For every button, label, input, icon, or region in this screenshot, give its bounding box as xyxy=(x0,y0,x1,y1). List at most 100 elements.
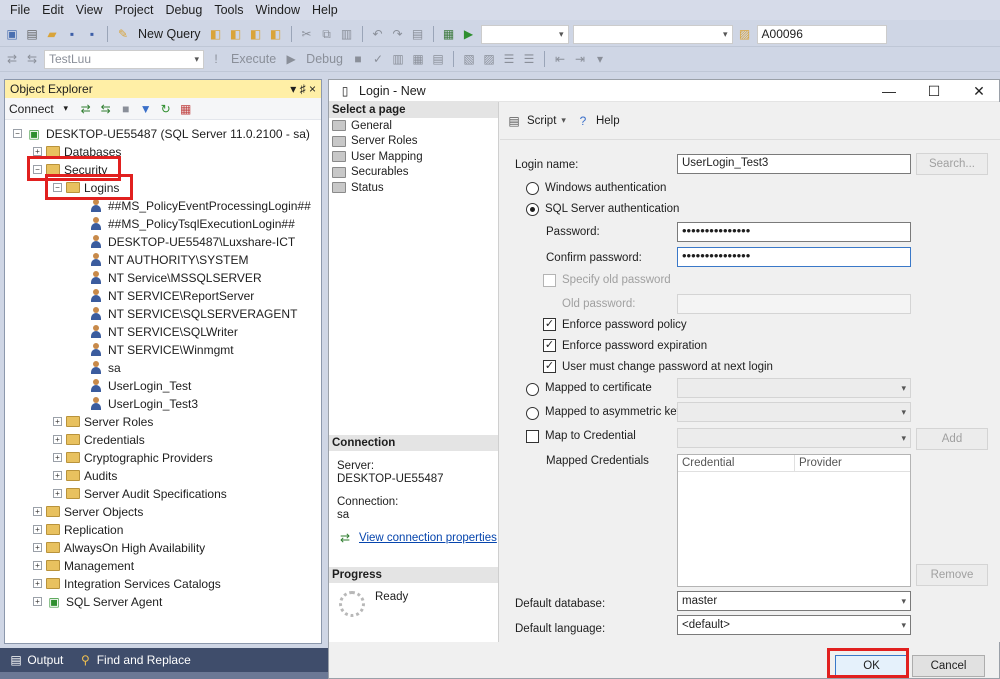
chevron-down-icon[interactable]: ▾ xyxy=(58,101,74,117)
tree-node-credentials[interactable]: + Credentials xyxy=(53,431,145,448)
expand-icon[interactable]: + xyxy=(53,453,62,462)
find-in-files-icon[interactable]: ▨ xyxy=(737,26,753,42)
collapse-icon[interactable]: − xyxy=(13,129,22,138)
tree-node-login[interactable]: NT AUTHORITY\SYSTEM xyxy=(89,251,248,268)
expand-icon[interactable]: + xyxy=(33,507,42,516)
close-button[interactable]: ✕ xyxy=(959,80,999,102)
menu-edit[interactable]: Edit xyxy=(36,3,70,17)
tree-node-crypto[interactable]: + Cryptographic Providers xyxy=(53,449,213,466)
expand-icon[interactable]: + xyxy=(53,471,62,480)
solution-config-combo[interactable]: ▾ xyxy=(480,24,569,44)
navigate-icon[interactable]: ▤ xyxy=(410,26,426,42)
default-language-select[interactable]: <default> ▾ xyxy=(677,615,911,635)
connect-dropdown[interactable]: Connect xyxy=(9,102,54,116)
credential-combo[interactable]: ▾ xyxy=(677,428,911,448)
menu-help[interactable]: Help xyxy=(306,3,344,17)
tree-node-login[interactable]: DESKTOP-UE55487\Luxshare-ICT xyxy=(89,233,295,250)
menu-debug[interactable]: Debug xyxy=(159,3,208,17)
confirm-password-input[interactable]: ••••••••••••••• xyxy=(677,247,911,267)
maximize-button[interactable]: ☐ xyxy=(914,80,954,102)
mdx-query-icon[interactable]: ◧ xyxy=(248,26,264,42)
results-text-icon[interactable]: ▧ xyxy=(461,51,477,67)
map-credential-checkbox[interactable] xyxy=(526,430,539,443)
enforce-expiration-checkbox[interactable]: ✓ xyxy=(543,339,556,352)
redo-icon[interactable]: ↷ xyxy=(390,26,406,42)
cancel-button[interactable]: Cancel xyxy=(912,655,985,677)
filter-icon[interactable]: ▼ xyxy=(138,101,154,117)
password-input[interactable]: ••••••••••••••• xyxy=(677,222,911,242)
help-button[interactable]: Help xyxy=(596,115,620,127)
chevron-down-icon[interactable]: ▾ xyxy=(561,115,566,126)
debug-button[interactable]: Debug xyxy=(303,52,346,66)
grid-column-credential[interactable]: Credential xyxy=(678,455,795,471)
default-database-select[interactable]: master ▾ xyxy=(677,591,911,611)
results-grid-icon[interactable]: ▤ xyxy=(430,51,446,67)
find-replace-tab[interactable]: ⚲ Find and Replace xyxy=(77,652,191,668)
refresh-icon[interactable]: ↻ xyxy=(158,101,174,117)
asymmetric-key-combo[interactable]: ▾ xyxy=(677,402,911,422)
query-designer-icon[interactable]: ▦ xyxy=(410,51,426,67)
stop-icon[interactable]: ■ xyxy=(350,51,366,67)
tree-node-login[interactable]: sa xyxy=(89,359,121,376)
tree-node-server-roles[interactable]: + Server Roles xyxy=(53,413,153,430)
new-query-icon[interactable]: ✎ xyxy=(115,26,131,42)
expand-icon[interactable]: + xyxy=(53,417,62,426)
menu-project[interactable]: Project xyxy=(109,3,160,17)
tree-node-login[interactable]: UserLogin_Test xyxy=(89,377,191,394)
script-button[interactable]: Script xyxy=(527,115,556,127)
comment-icon[interactable]: ☰ xyxy=(501,51,517,67)
results-file-icon[interactable]: ▨ xyxy=(481,51,497,67)
tree-node-audits[interactable]: + Audits xyxy=(53,467,117,484)
menu-tools[interactable]: Tools xyxy=(208,3,249,17)
cut-icon[interactable]: ✂ xyxy=(299,26,315,42)
expand-icon[interactable]: + xyxy=(33,597,42,606)
tree-node-audit-specs[interactable]: + Server Audit Specifications xyxy=(53,485,227,502)
page-server-roles[interactable]: Server Roles xyxy=(329,134,498,150)
expand-icon[interactable]: + xyxy=(33,579,42,588)
specify-values-icon[interactable]: ▾ xyxy=(592,51,608,67)
certificate-combo[interactable]: ▾ xyxy=(677,378,911,398)
expand-icon[interactable]: + xyxy=(33,147,42,156)
connect-icon[interactable]: ⇄ xyxy=(78,101,94,117)
remove-credential-button[interactable]: Remove xyxy=(916,564,988,586)
uncomment-icon[interactable]: ☰ xyxy=(521,51,537,67)
page-securables[interactable]: Securables xyxy=(329,165,498,181)
windows-auth-radio[interactable] xyxy=(526,182,539,195)
grid-column-provider[interactable]: Provider xyxy=(795,455,910,471)
sql-auth-radio[interactable] xyxy=(526,203,539,216)
expand-icon[interactable]: + xyxy=(33,561,42,570)
tree-node-login[interactable]: NT SERVICE\SQLSERVERAGENT xyxy=(89,305,297,322)
login-name-input[interactable]: UserLogin_Test3 xyxy=(677,154,911,174)
mapped-asymmetric-key-radio[interactable] xyxy=(526,407,539,420)
new-project-icon[interactable]: ▣ xyxy=(4,26,20,42)
find-combo[interactable]: A00096 xyxy=(756,24,887,44)
menu-window[interactable]: Window xyxy=(250,3,306,17)
old-password-input[interactable] xyxy=(677,294,911,314)
undo-icon[interactable]: ↶ xyxy=(370,26,386,42)
paste-icon[interactable]: ▥ xyxy=(339,26,355,42)
tree-node-management[interactable]: + Management xyxy=(33,557,134,574)
expand-icon[interactable]: + xyxy=(53,489,62,498)
available-databases-combo[interactable]: TestLuu ▾ xyxy=(44,49,204,69)
tree-node-login[interactable]: NT SERVICE\SQLWriter xyxy=(89,323,238,340)
execute-button[interactable]: Execute xyxy=(228,52,279,66)
tree-node-login[interactable]: ##MS_PolicyTsqlExecutionLogin## xyxy=(89,215,295,232)
page-general[interactable]: General xyxy=(329,118,498,134)
output-tab[interactable]: ▤ Output xyxy=(8,652,63,668)
indent-icon[interactable]: ⇥ xyxy=(572,51,588,67)
enforce-policy-checkbox[interactable]: ✓ xyxy=(543,318,556,331)
open-file-icon[interactable]: ▰ xyxy=(44,26,60,42)
page-user-mapping[interactable]: User Mapping xyxy=(329,149,498,165)
activity-monitor-icon[interactable]: ▦ xyxy=(178,101,194,117)
tree-node-server[interactable]: − ▣ DESKTOP-UE55487 (SQL Server 11.0.210… xyxy=(13,125,310,142)
outdent-icon[interactable]: ⇤ xyxy=(552,51,568,67)
tree-node-integration[interactable]: + Integration Services Catalogs xyxy=(33,575,221,592)
search-button[interactable]: Search... xyxy=(916,153,988,175)
page-status[interactable]: Status xyxy=(329,180,498,196)
db-engine-query-icon[interactable]: ◧ xyxy=(208,26,224,42)
add-credential-button[interactable]: Add xyxy=(916,428,988,450)
menu-view[interactable]: View xyxy=(70,3,109,17)
tree-node-alwayson[interactable]: + AlwaysOn High Availability xyxy=(33,539,205,556)
activity-monitor-icon[interactable]: ▦ xyxy=(441,26,457,42)
parse-icon[interactable]: ✓ xyxy=(370,51,386,67)
